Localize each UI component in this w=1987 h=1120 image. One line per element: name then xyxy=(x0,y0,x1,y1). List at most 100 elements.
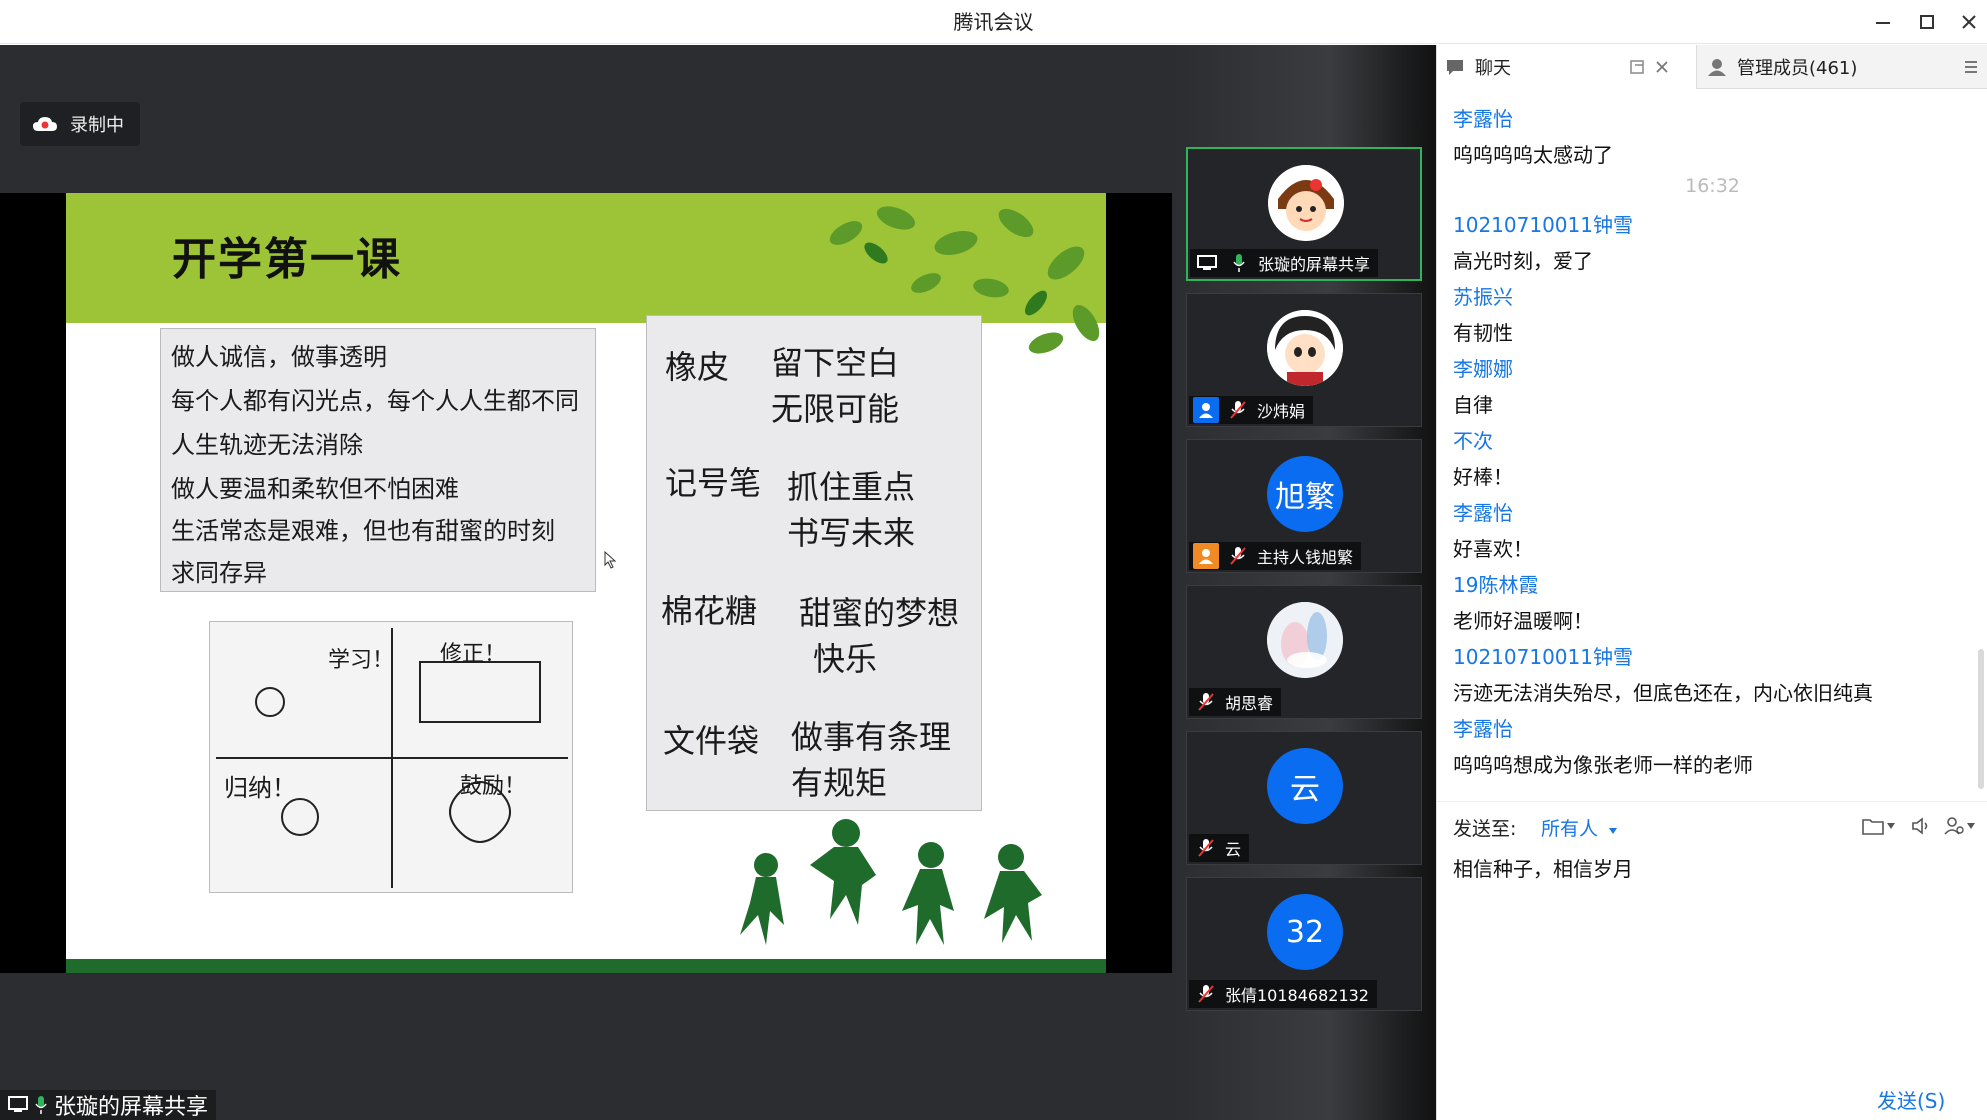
participant-label: 张璇的屏幕共享 xyxy=(1190,249,1379,277)
message-sender[interactable]: 10210710011钟雪 xyxy=(1453,209,1633,238)
title-bar: 腾讯会议 xyxy=(0,0,1987,44)
minimize-icon xyxy=(1876,22,1890,24)
participant-name: 沙炜娟 xyxy=(1257,402,1306,421)
participant-label: 云 xyxy=(1189,834,1250,862)
screen-share-indicator[interactable]: 张璇的屏幕共享 xyxy=(0,1090,217,1120)
participant-label: 主持人钱旭繁 xyxy=(1189,542,1362,570)
host-badge-icon xyxy=(1193,543,1219,569)
file-button[interactable] xyxy=(1861,812,1895,840)
close-icon[interactable] xyxy=(1655,60,1669,74)
message-sender[interactable]: 李露怡 xyxy=(1453,713,1513,742)
minimize-button[interactable] xyxy=(1868,8,1898,36)
message-text: 自律 xyxy=(1453,393,1493,417)
caret-down-icon xyxy=(1887,823,1895,829)
send-button[interactable]: 发送(S) xyxy=(1877,1085,1945,1114)
message-sender[interactable]: 李露怡 xyxy=(1453,497,1513,526)
note-item: 抓住重点 xyxy=(787,468,916,506)
popout-icon[interactable] xyxy=(1629,59,1645,75)
chat-message-list[interactable]: 李露怡 呜呜呜呜太感动了 16:32 10210710011钟雪 高光时刻，爱了… xyxy=(1437,89,1987,801)
tab-members[interactable]: 管理成员(461) xyxy=(1699,45,1857,89)
mic-off-icon xyxy=(1193,835,1219,861)
avatar xyxy=(1267,602,1343,678)
permission-button[interactable] xyxy=(1943,812,1975,840)
screen-share-icon xyxy=(8,1096,28,1112)
maximize-button[interactable] xyxy=(1912,8,1942,36)
note-line: 做人要温和柔软但不怕困难 xyxy=(171,475,459,503)
menu-icon[interactable] xyxy=(1961,57,1981,77)
participant-tile[interactable]: 32 张倩10184682132 xyxy=(1186,877,1422,1011)
cartoon-avatar-icon xyxy=(1267,310,1343,386)
recording-indicator[interactable]: 录制中 xyxy=(20,102,140,146)
participant-name: 张璇的屏幕共享 xyxy=(1258,255,1371,274)
handwritten-note-left: 做人诚信，做事透明 每个人都有闪光点，每个人人生都不同 人生轨迹无法消除 做人要… xyxy=(160,328,596,592)
participant-label: 沙炜娟 xyxy=(1189,396,1314,424)
message-sender[interactable]: 苏振兴 xyxy=(1453,281,1513,310)
message-text: 好喜欢！ xyxy=(1453,537,1533,561)
note-line: 做人诚信，做事透明 xyxy=(171,343,387,371)
participant-tile[interactable]: 云 云 xyxy=(1186,731,1422,865)
handwritten-note-right: 橡皮 留下空白 无限可能 记号笔 抓住重点 书写未来 棉花糖 甜蜜的梦想 快乐 … xyxy=(646,315,982,811)
tab-chat[interactable]: 聊天 xyxy=(1437,45,1697,89)
participant-tile[interactable]: 胡思睿 xyxy=(1186,585,1422,719)
note-line: 求同存异 xyxy=(171,559,267,587)
mic-off-icon xyxy=(1225,543,1251,569)
children-silhouettes xyxy=(740,819,1042,945)
member-icon xyxy=(1708,59,1726,76)
chat-input[interactable]: 相信种子，相信岁月 xyxy=(1453,853,1633,882)
user-badge-icon xyxy=(1193,397,1219,423)
avatar: 云 xyxy=(1267,748,1343,824)
participant-label: 胡思睿 xyxy=(1189,688,1282,716)
note-item: 橡皮 xyxy=(665,348,730,386)
note-item: 有规矩 xyxy=(791,764,888,802)
cursor-icon xyxy=(604,551,617,569)
message-sender[interactable]: 李娜娜 xyxy=(1453,353,1513,382)
note-item: 甜蜜的梦想 xyxy=(799,594,960,632)
message-sender[interactable]: 19陈林霞 xyxy=(1453,569,1538,598)
chat-bubble-icon xyxy=(1447,60,1463,75)
chat-tabs: 聊天 管理成员(461) xyxy=(1437,45,1987,89)
close-button[interactable] xyxy=(1954,8,1984,36)
note-line: 生活常态是艰难，但也有甜蜜的时刻 xyxy=(171,517,555,545)
message-sender[interactable]: 10210710011钟雪 xyxy=(1453,641,1633,670)
speaker-icon xyxy=(1912,817,1928,835)
message-text: 呜呜呜想成为像张老师一样的老师 xyxy=(1453,753,1753,777)
note-item: 做事有条理 xyxy=(791,718,952,756)
note-item: 留下空白 xyxy=(771,344,900,382)
maximize-icon xyxy=(1920,15,1934,29)
comic-drawing: 学习！ 修正！ 归纳！ 鼓励！ xyxy=(209,621,573,893)
comic-text: 修正！ xyxy=(440,642,507,667)
comic-text: 归纳！ xyxy=(224,774,296,802)
message-sender[interactable]: 不次 xyxy=(1453,425,1493,454)
message-text: 高光时刻，爱了 xyxy=(1453,249,1593,273)
message-text: 老师好温暖啊！ xyxy=(1453,609,1593,633)
participant-tile[interactable]: 沙炜娟 xyxy=(1186,293,1422,427)
message-sender[interactable]: 李露怡 xyxy=(1453,103,1513,132)
note-item: 快乐 xyxy=(813,640,878,678)
participant-tile[interactable]: 张璇的屏幕共享 xyxy=(1186,147,1422,281)
note-line: 每个人都有闪光点，每个人人生都不同 xyxy=(171,387,579,415)
shared-slide: 开学第一课 做人诚信，做事透明 每个人都有闪光点，每个人人生都不同 人生轨迹无法… xyxy=(66,193,1106,973)
send-to-dropdown[interactable]: 所有人 xyxy=(1541,814,1618,841)
message-text: 好棒！ xyxy=(1453,465,1513,489)
send-to-label: 发送至: xyxy=(1453,818,1517,840)
message-text: 有韧性 xyxy=(1453,321,1513,345)
chat-scrollbar[interactable] xyxy=(1978,649,1984,789)
message-text: 呜呜呜呜太感动了 xyxy=(1453,143,1613,167)
note-item: 棉花糖 xyxy=(661,592,758,630)
mic-off-icon xyxy=(1225,397,1251,423)
main-stage: 录制中 开学第一课 做人诚信，做事透明 每个人都有闪光点，每个人人生都不同 人生… xyxy=(0,45,1172,1120)
recording-label: 录制中 xyxy=(70,115,124,136)
send-to-target: 所有人 xyxy=(1541,818,1599,840)
user-settings-icon xyxy=(1944,817,1964,835)
photo-avatar-icon xyxy=(1267,602,1343,678)
slide-header: 开学第一课 xyxy=(66,193,1106,354)
sound-button[interactable] xyxy=(1911,812,1933,840)
mic-on-icon xyxy=(1226,250,1252,276)
message-time: 16:32 xyxy=(1685,175,1740,197)
participant-tile[interactable]: 旭繁 主持人钱旭繁 xyxy=(1186,439,1422,573)
slide-footer xyxy=(66,959,1106,973)
participant-name: 胡思睿 xyxy=(1225,694,1274,713)
participant-name: 云 xyxy=(1225,840,1242,859)
chat-panel: 聊天 管理成员(461) 李露怡 呜呜呜呜太感动了 16:32 10210710… xyxy=(1436,45,1987,1120)
share-indicator-label: 张璇的屏幕共享 xyxy=(54,1095,209,1120)
